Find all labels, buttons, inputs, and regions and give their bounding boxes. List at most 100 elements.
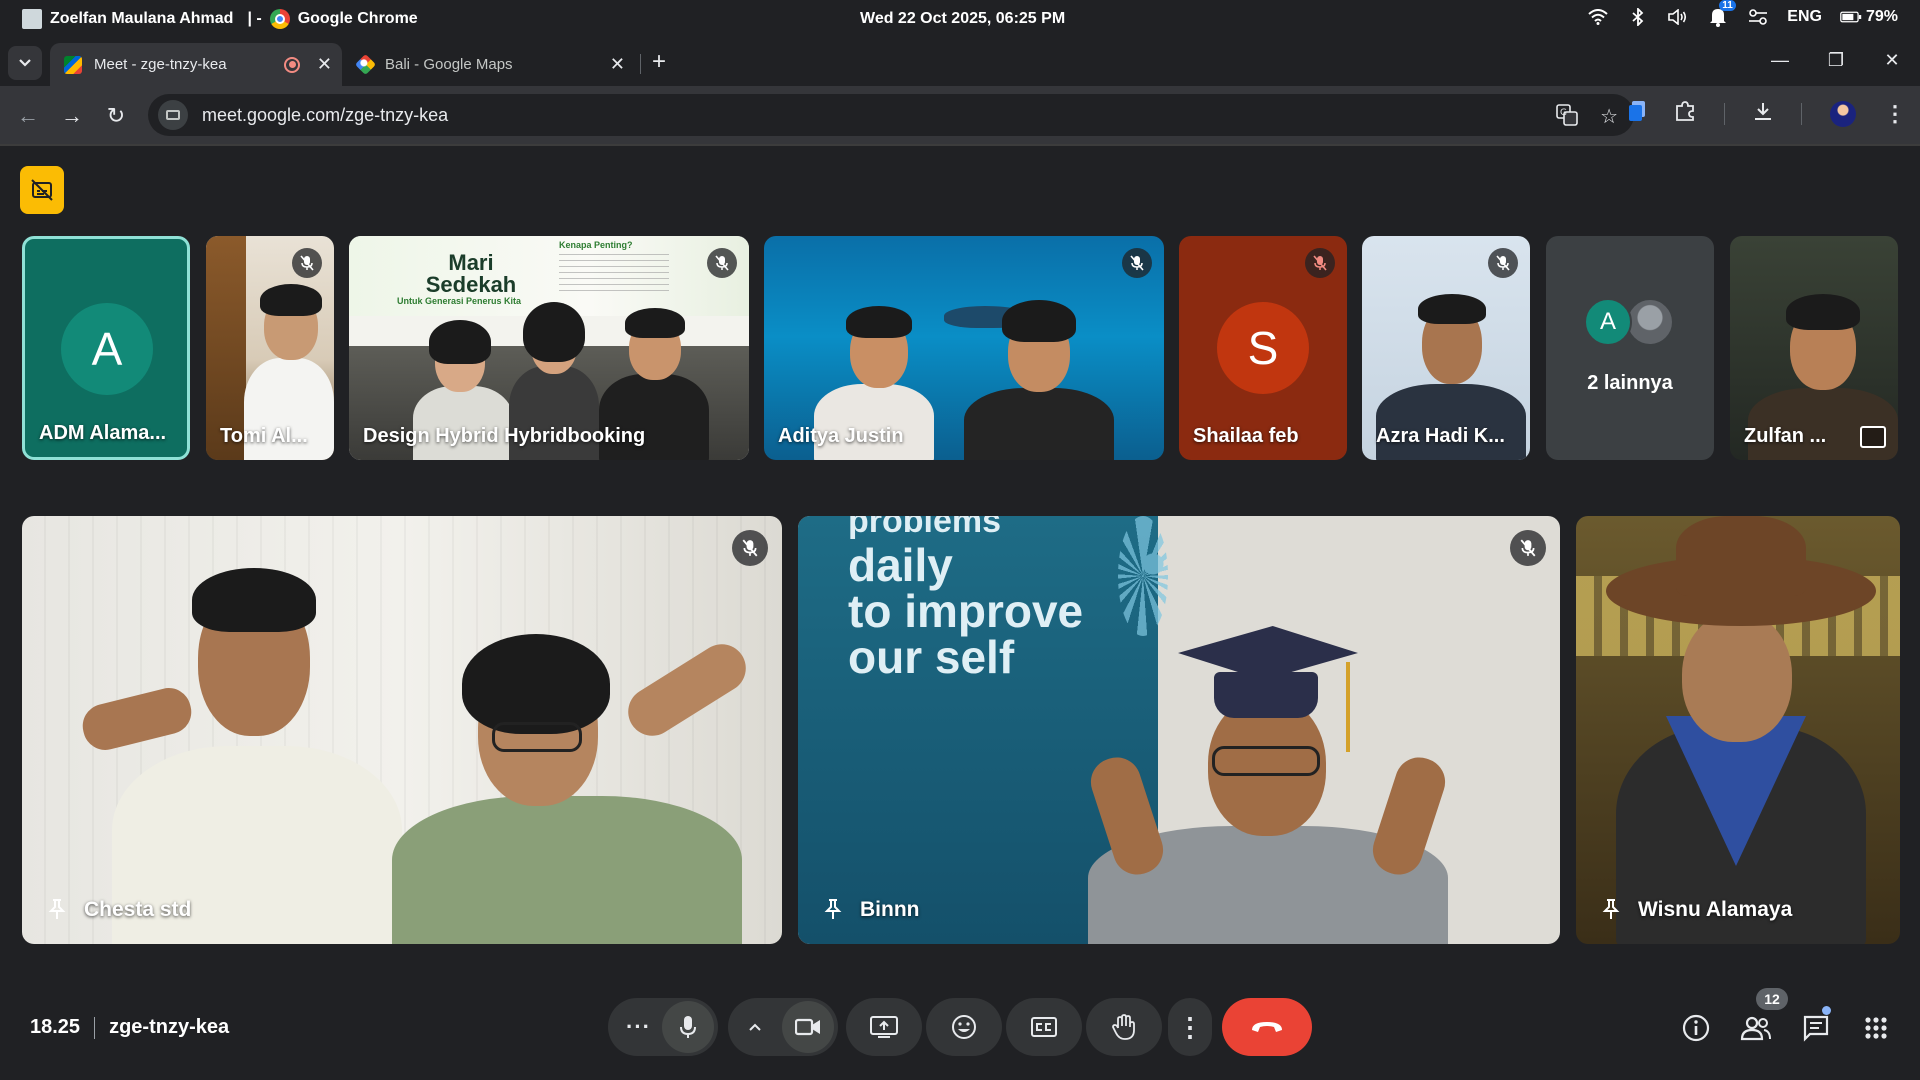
mic-off-icon <box>732 530 768 566</box>
glasses <box>1212 746 1320 776</box>
language-indicator[interactable]: ENG <box>1787 8 1822 26</box>
forward-arrow-icon[interactable]: → <box>56 100 88 132</box>
window-user-name: Zoelfan Maulana Ahmad <box>50 10 234 27</box>
volume-icon[interactable] <box>1667 6 1689 28</box>
maps-favicon-icon <box>354 53 377 76</box>
wifi-icon[interactable] <box>1587 6 1609 28</box>
leave-call-button[interactable] <box>1222 998 1312 1056</box>
participant-name: Zulfan ... <box>1744 425 1827 447</box>
chat-button[interactable] <box>1800 1012 1832 1044</box>
battery-percent: 79% <box>1865 8 1898 25</box>
participant-tile[interactable]: S Shailaa feb <box>1179 236 1347 460</box>
present-screen-button[interactable] <box>846 998 922 1056</box>
reactions-button[interactable] <box>926 998 1002 1056</box>
people-icon <box>1740 1016 1771 1041</box>
toolbar-divider <box>1801 103 1802 125</box>
battery-icon[interactable] <box>1840 6 1862 28</box>
extension-docs-icon[interactable] <box>1628 100 1646 128</box>
chrome-menu-icon[interactable]: ⋮ <box>1884 101 1906 127</box>
participant-name: Aditya Justin <box>778 425 904 447</box>
audio-settings-more-icon[interactable]: ··· <box>626 1014 651 1040</box>
participant-name: Binnn <box>860 898 920 921</box>
recording-indicator-icon <box>284 56 300 73</box>
translate-icon[interactable]: G <box>1556 104 1578 132</box>
participant-name: Chesta std <box>84 898 192 921</box>
user-icon <box>22 9 42 29</box>
back-arrow-icon[interactable]: ← <box>12 100 44 132</box>
emoji-icon <box>952 1015 976 1039</box>
chat-icon <box>1803 1015 1829 1042</box>
participant-avatar: S <box>1217 302 1309 394</box>
tab-divider <box>640 54 641 74</box>
system-clock[interactable]: Wed 22 Oct 2025, 06:25 PM <box>860 10 1065 28</box>
captions-button[interactable] <box>1006 998 1082 1056</box>
participant-tile[interactable]: Azra Hadi K... <box>1362 236 1530 460</box>
extensions-puzzle-icon[interactable] <box>1674 100 1696 128</box>
participant-name: Shailaa feb <box>1193 425 1299 447</box>
participant-tile-main[interactable]: Chesta std <box>22 516 782 944</box>
minimize-icon[interactable]: — <box>1752 40 1808 80</box>
more-options-button[interactable]: ⋮ <box>1168 998 1212 1056</box>
reload-icon[interactable]: ↻ <box>100 100 132 132</box>
toolbar-divider <box>1724 103 1725 125</box>
os-title-bar: Zoelfan Maulana Ahmad | - Google Chrome … <box>0 0 1920 38</box>
participant-name: ADM Alama... <box>39 422 167 444</box>
glasses <box>492 722 582 752</box>
microphone-icon <box>680 1016 696 1038</box>
activities-button[interactable] <box>1860 1012 1892 1044</box>
pin-icon[interactable] <box>1598 896 1624 922</box>
participant-tile[interactable]: Aditya Justin <box>764 236 1164 460</box>
participant-tile[interactable]: Tomi Al... <box>206 236 334 460</box>
participant-count-badge: 12 <box>1756 988 1788 1010</box>
tab-maps[interactable]: Bali - Google Maps ✕ <box>350 43 635 86</box>
tab-search-button[interactable] <box>8 46 42 80</box>
restore-icon[interactable]: ❐ <box>1808 40 1864 80</box>
close-window-icon[interactable]: ✕ <box>1864 40 1920 80</box>
new-tab-button[interactable]: + <box>652 48 666 76</box>
close-tab-icon[interactable]: ✕ <box>317 54 332 75</box>
camera-button[interactable] <box>782 1001 834 1053</box>
chevron-down-icon <box>19 59 31 67</box>
others-tile[interactable]: A 2 lainnya <box>1546 236 1714 460</box>
captions-icon <box>1031 1017 1057 1037</box>
profile-avatar[interactable] <box>1830 101 1856 127</box>
captions-off-icon <box>31 179 53 201</box>
meeting-code: zge-tnzy-kea <box>109 1016 230 1038</box>
sun-graphic <box>1118 516 1168 636</box>
captions-off-badge[interactable] <box>20 166 64 214</box>
divider <box>94 1016 96 1039</box>
url-text[interactable]: meet.google.com/zge-tnzy-kea <box>202 105 448 126</box>
participant-name: Azra Hadi K... <box>1376 425 1505 447</box>
participant-tile[interactable]: Zulfan ... <box>1730 236 1898 460</box>
people-button[interactable] <box>1740 1012 1772 1044</box>
participant-tile-main[interactable]: Wisnu Alamaya <box>1576 516 1900 944</box>
svg-text:G: G <box>1560 108 1567 118</box>
quick-settings-icon[interactable] <box>1747 6 1769 28</box>
participant-tile[interactable]: A ADM Alama... <box>22 236 190 460</box>
bluetooth-icon[interactable] <box>1627 6 1649 28</box>
bookmark-star-icon[interactable]: ☆ <box>1600 104 1618 132</box>
downloads-icon[interactable] <box>1753 101 1773 127</box>
more-vert-icon: ⋮ <box>1177 1011 1203 1042</box>
participant-tile-main[interactable]: problems daily to improve our self Binnn <box>798 516 1560 944</box>
pip-icon[interactable] <box>1860 426 1886 448</box>
site-info-icon[interactable] <box>158 100 188 130</box>
pin-icon[interactable] <box>44 896 70 922</box>
microphone-button[interactable] <box>662 1001 714 1053</box>
raise-hand-button[interactable] <box>1086 998 1162 1056</box>
tab-meet[interactable]: Meet - zge-tnzy-kea ✕ <box>50 43 342 86</box>
browser-toolbar: ← → ↻ meet.google.com/zge-tnzy-kea G ☆ ⋮ <box>0 86 1920 146</box>
meeting-details-button[interactable] <box>1680 1012 1712 1044</box>
hang-up-icon <box>1252 1022 1282 1032</box>
poster-subtitle: Untuk Generasi Penerus Kita <box>397 296 522 306</box>
meeting-details: 18.25 zge-tnzy-kea <box>30 1016 229 1039</box>
close-tab-icon[interactable]: ✕ <box>610 54 625 75</box>
pin-icon[interactable] <box>820 896 846 922</box>
mic-off-icon <box>707 248 737 278</box>
chevron-up-icon[interactable] <box>748 1022 762 1032</box>
apps-grid-icon <box>1865 1017 1887 1039</box>
notifications-icon[interactable]: 11 <box>1707 0 1736 28</box>
address-bar[interactable]: meet.google.com/zge-tnzy-kea G ☆ <box>148 94 1634 136</box>
window-app-name: Google Chrome <box>297 10 418 27</box>
participant-tile[interactable]: Mari Sedekah Untuk Generasi Penerus Kita… <box>349 236 749 460</box>
